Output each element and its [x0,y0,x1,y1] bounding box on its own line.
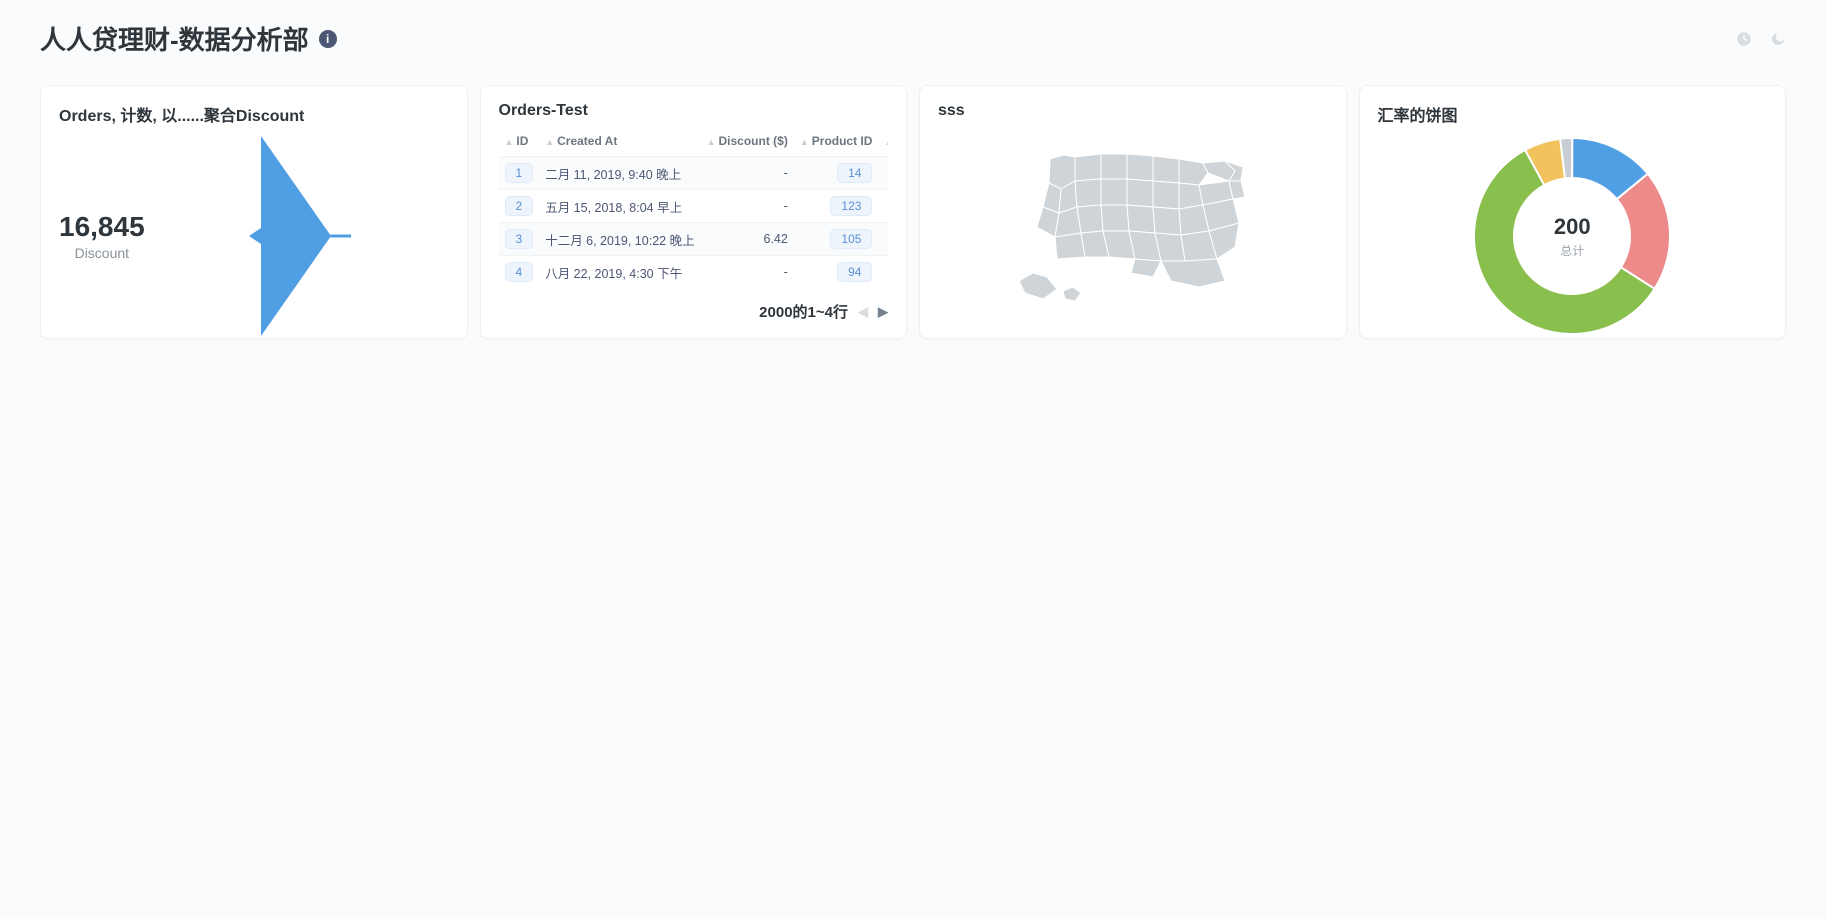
title-wrap: 人人贷理财-数据分析部 i [40,20,337,57]
sort-caret-icon: ▲ [800,137,809,147]
card-title: 汇率的饼图 [1378,102,1768,126]
col-label: Created At [557,134,617,148]
id-pill[interactable]: 4 [505,262,534,282]
product-id-pill[interactable]: 14 [837,163,872,183]
cell-discount: - [701,157,794,190]
pager: 2000的1~4行 ◀ ▶ [499,291,889,322]
card-title: Orders-Test [499,102,889,120]
card-title: Orders, 计数, 以......聚合Discount [59,102,449,126]
dashboard-page: 人人贷理财-数据分析部 i Orders, 计数, 以......聚合Disco… [0,0,1826,359]
cell-created-at: 二月 11, 2019, 9:40 晚上 [539,157,700,190]
table-row[interactable]: 4 八月 22, 2019, 4:30 下午 - 94 [499,256,889,289]
card-sss-map[interactable]: sss [919,85,1347,339]
orders-table: ▲ID ▲Created At ▲Discount ($) ▲Product I… [499,130,889,288]
sort-caret-icon: ▲ [545,137,554,147]
product-id-pill[interactable]: 94 [837,262,872,282]
donut-chart: 200 总计 [1378,136,1768,336]
dashboard-header: 人人贷理财-数据分析部 i [40,20,1786,57]
cell-discount: - [701,256,794,289]
col-overflow[interactable]: ▲C [878,130,888,157]
donut-center-label: 总计 [1554,242,1591,259]
table-wrap: ▲ID ▲Created At ▲Discount ($) ▲Product I… [499,130,889,291]
id-pill[interactable]: 3 [505,229,534,249]
col-label: ID [516,134,528,148]
col-id[interactable]: ▲ID [499,130,540,157]
cell-discount: - [701,190,794,223]
donut-center-value: 200 [1554,214,1591,240]
card-pie[interactable]: 汇率的饼图 200 总计 [1359,85,1787,339]
clock-icon[interactable] [1736,31,1752,47]
cell-created-at: 八月 22, 2019, 4:30 下午 [539,256,700,289]
cell-created-at: 十二月 6, 2019, 10:22 晚上 [539,223,700,256]
pager-prev-icon: ◀ [858,304,868,320]
moon-icon[interactable] [1770,31,1786,47]
scalar-value: 16,845 [59,211,145,243]
distribution-shape-icon [153,136,449,336]
cell-created-at: 五月 15, 2018, 8:04 早上 [539,190,700,223]
id-pill[interactable]: 1 [505,163,534,183]
col-product-id[interactable]: ▲Product ID [794,130,879,157]
donut-center: 200 总计 [1554,214,1591,259]
col-created-at[interactable]: ▲Created At [539,130,700,157]
col-label: Discount ($) [719,134,788,148]
table-row[interactable]: 1 二月 11, 2019, 9:40 晚上 - 14 [499,157,889,190]
sort-caret-icon: ▲ [707,137,716,147]
table-row[interactable]: 2 五月 15, 2018, 8:04 早上 - 123 [499,190,889,223]
card-smart-scalar[interactable]: Orders, 计数, 以......聚合Discount 16,845 Dis… [40,85,468,339]
smart-scalar-body: 16,845 Discount [59,136,449,336]
page-title: 人人贷理财-数据分析部 [40,20,309,57]
card-title: sss [938,102,1328,120]
product-id-pill[interactable]: 105 [830,229,872,249]
scalar-label: Discount [59,245,145,261]
table-row[interactable]: 3 十二月 6, 2019, 10:22 晚上 6.42 105 [499,223,889,256]
sort-caret-icon: ▲ [884,137,888,147]
col-discount[interactable]: ▲Discount ($) [701,130,794,157]
us-map-icon [938,130,1328,322]
col-label: Product ID [812,134,873,148]
table-header-row: ▲ID ▲Created At ▲Discount ($) ▲Product I… [499,130,889,157]
cards-row: Orders, 计数, 以......聚合Discount 16,845 Dis… [40,85,1786,339]
sort-caret-icon: ▲ [505,137,514,147]
id-pill[interactable]: 2 [505,196,534,216]
cell-discount: 6.42 [701,223,794,256]
card-orders-test[interactable]: Orders-Test ▲ID ▲Created At ▲Discount ($… [480,85,908,339]
header-action-icons [1736,31,1786,47]
scalar-text: 16,845 Discount [59,211,145,261]
product-id-pill[interactable]: 123 [830,196,872,216]
pager-text: 2000的1~4行 [759,301,848,322]
info-icon[interactable]: i [319,30,337,48]
pager-next-icon[interactable]: ▶ [878,304,888,320]
